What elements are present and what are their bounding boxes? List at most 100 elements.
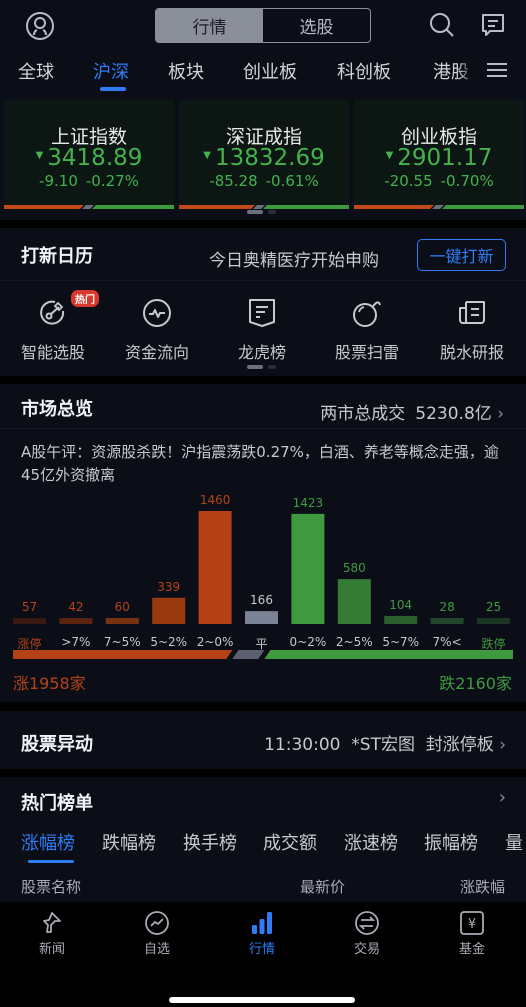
index-card-sz[interactable]: 深证成指 ▼ 13832.69 -85.28 -0.61%	[179, 100, 349, 209]
nav-label: 交易	[353, 942, 380, 957]
col-change-pct[interactable]: 涨跌幅	[460, 876, 505, 897]
abnormal-stock: *ST宏图	[351, 735, 415, 755]
svg-text:¥: ¥	[468, 917, 476, 932]
ipo-section: 打新日历 今日奥精医疗开始申购 一键打新 热门 智能选股 资金流向 龙虎榜 股票…	[0, 228, 526, 376]
turnover-label: 两市总成交	[320, 404, 406, 424]
category-label: 7~5%	[103, 635, 141, 649]
up-down-distribution-chart: 57 涨停 42 >7% 60 7~5% 339 5~2% 1460 2~0% 166 平 1423 0~…	[0, 493, 526, 694]
bar-value-label: 42	[68, 600, 84, 614]
category-label: >7%	[61, 635, 91, 649]
chevron-right-icon: ›	[499, 735, 506, 755]
down-arrow-icon: ▼	[203, 150, 211, 161]
news-icon	[43, 912, 61, 933]
nav-label: 自选	[143, 942, 170, 957]
bar-value-label: 57	[21, 600, 38, 614]
category-label: 2~0%	[196, 635, 234, 649]
index-pct: -0.27%	[85, 172, 139, 190]
index-card-sh[interactable]: 上证指数 ▼ 3418.89 -9.10 -0.27%	[4, 100, 174, 209]
up-down-ratio-bar	[4, 205, 174, 209]
hot-list-section: 热门榜单 › 涨幅榜 跌幅榜 换手榜 成交额 涨速榜 振幅榜 量 股票名称 最新…	[0, 777, 526, 902]
chevron-right-icon[interactable]: ›	[499, 787, 506, 808]
bar-0	[13, 618, 46, 624]
bar-10	[477, 618, 510, 624]
tool-dragon-tiger[interactable]: 龙虎榜	[212, 293, 312, 363]
divider	[0, 280, 526, 281]
turnover-link[interactable]: 两市总成交 5230.8亿 ›	[320, 399, 504, 424]
col-stock-name: 股票名称	[21, 878, 82, 896]
ipo-title: 打新日历	[21, 246, 93, 267]
abnormal-section[interactable]: 股票异动 11:30:00 *ST宏图 封涨停板 ›	[0, 711, 526, 769]
active-tab-underline	[28, 860, 74, 863]
tab-hs[interactable]: 沪深	[93, 58, 129, 84]
tab-speed[interactable]: 涨速榜	[344, 829, 398, 855]
segment-stock-pick[interactable]: 选股	[263, 9, 370, 42]
bar-9	[430, 618, 464, 624]
ipo-notice[interactable]: 今日奥精医疗开始申购	[209, 246, 379, 271]
search-button[interactable]	[427, 10, 457, 40]
active-tab-underline	[100, 87, 126, 91]
category-label: 跌停	[481, 637, 506, 651]
category-label: 0~2%	[289, 635, 327, 649]
tab-sector[interactable]: 板块	[168, 58, 204, 84]
bar-2	[105, 618, 139, 624]
nav-fund[interactable]: ¥ 基金	[432, 910, 512, 957]
turnover-value: 5230.8亿	[415, 404, 492, 424]
tool-label: 龙虎榜	[237, 343, 286, 362]
search-icon	[430, 13, 454, 37]
category-label: 平	[255, 637, 268, 651]
top-header: 行情 选股 全球 沪深 板块 创业板 科创板 港股	[0, 0, 526, 95]
tab-star[interactable]: 科创板	[337, 58, 391, 84]
index-value: 3418.89	[47, 145, 143, 171]
divider	[0, 428, 526, 429]
market-tabs: 全球 沪深 板块 创业板 科创板 港股	[0, 58, 526, 92]
tool-research-report[interactable]: 脱水研报	[422, 293, 522, 363]
tool-stock-scan[interactable]: 股票扫雷	[317, 293, 417, 363]
tab-hk[interactable]: 港股	[433, 58, 475, 84]
nav-watchlist[interactable]: 自选	[117, 910, 197, 957]
bar-value-label: 28	[439, 600, 455, 614]
bar-value-label: 25	[485, 600, 502, 614]
tab-losers[interactable]: 跌幅榜	[102, 829, 156, 855]
bar-value-label: 166	[250, 593, 273, 608]
avatar-button[interactable]	[23, 9, 57, 43]
tool-label: 股票扫雷	[334, 343, 399, 362]
index-change: -9.10	[39, 172, 78, 190]
trade-icon	[355, 911, 379, 935]
tabs-menu-button[interactable]	[487, 62, 507, 82]
bar-value-label: 60	[114, 600, 130, 614]
tab-amplitude[interactable]: 振幅榜	[424, 829, 478, 855]
bomb-icon	[353, 301, 381, 327]
carousel-indicator	[247, 210, 276, 214]
market-comment[interactable]: A股午评：资源股杀跌！沪指震荡跌0.27%，白酒、养老等概念走强，逾45亿外资撤…	[21, 441, 511, 487]
up-down-ratio-bar	[179, 205, 349, 209]
tab-gem[interactable]: 创业板	[243, 58, 297, 84]
tool-smart-pick[interactable]: 热门 智能选股	[3, 290, 103, 363]
index-card-gem[interactable]: 创业板指 ▼ 2901.17 -20.55 -0.70%	[354, 100, 524, 209]
bar-value-label: 104	[389, 597, 413, 612]
tab-turnover-rate[interactable]: 换手榜	[183, 829, 237, 855]
hot-badge: 热门	[71, 290, 99, 307]
category-label: 涨停	[17, 637, 42, 651]
bar-1	[59, 618, 93, 624]
down-count-summary: 跌2160家	[439, 674, 512, 693]
col-latest-price[interactable]: 最新价	[300, 876, 345, 897]
tab-volume[interactable]: 量	[505, 829, 523, 855]
bar-3	[152, 597, 186, 624]
one-click-ipo-button[interactable]: 一键打新	[417, 239, 506, 271]
home-indicator	[169, 997, 355, 1003]
message-button[interactable]	[478, 10, 508, 40]
tool-label: 脱水研报	[439, 343, 504, 362]
nav-market[interactable]: 行情	[222, 910, 302, 957]
tab-global[interactable]: 全球	[18, 58, 54, 84]
tab-volume-amount[interactable]: 成交额	[263, 829, 317, 855]
fund-flow-icon	[143, 299, 171, 327]
segment-market[interactable]: 行情	[156, 9, 263, 42]
bar-4	[198, 511, 232, 624]
tool-fund-flow[interactable]: 资金流向	[107, 293, 207, 363]
dragon-tiger-icon	[249, 299, 275, 327]
tool-label: 资金流向	[124, 343, 189, 362]
nav-trade[interactable]: 交易	[327, 910, 407, 957]
nav-news[interactable]: 新闻	[12, 910, 92, 957]
tab-gainers[interactable]: 涨幅榜	[21, 829, 75, 855]
tools-page-indicator	[247, 365, 276, 369]
